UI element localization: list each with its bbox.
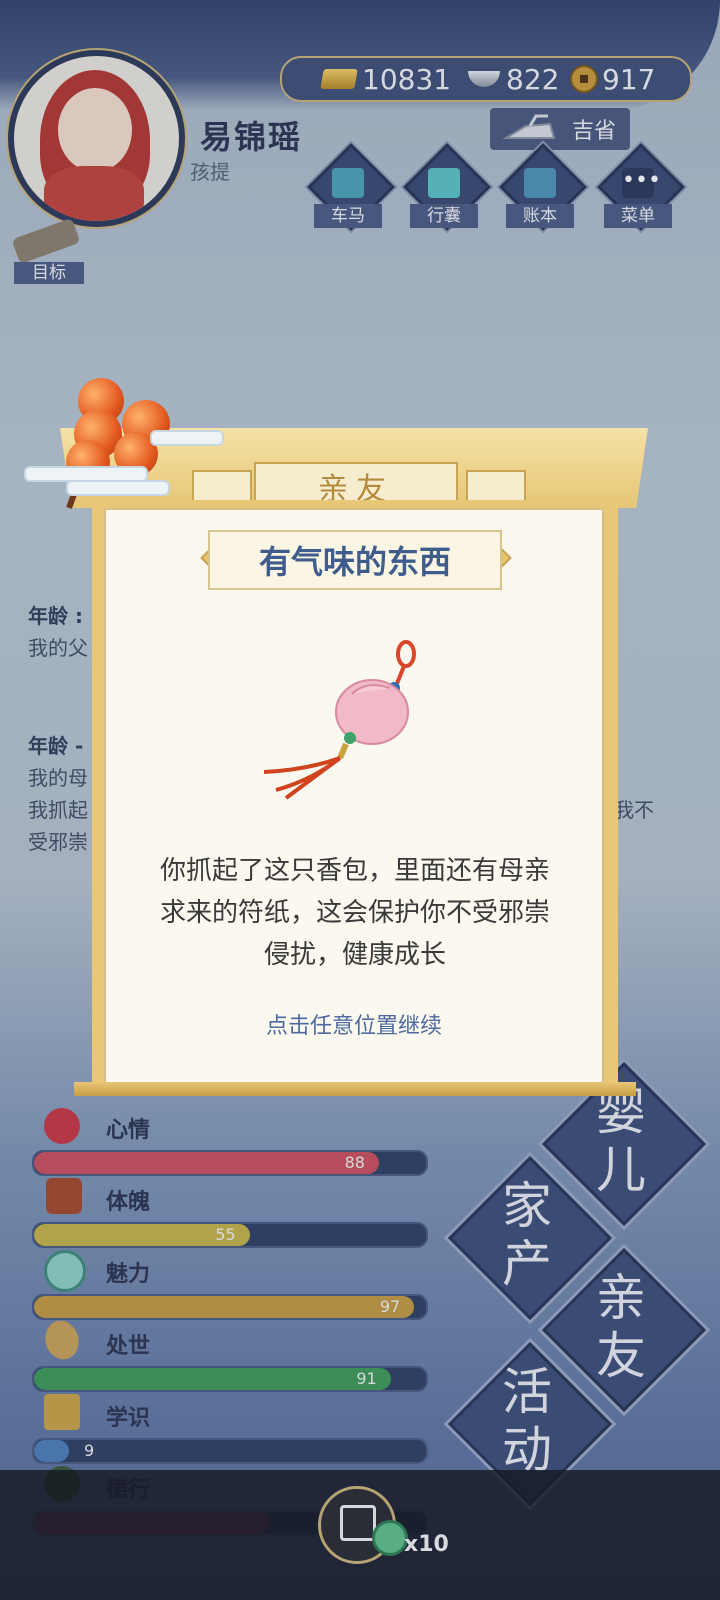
modal-title: 有气味的东西 [208, 530, 502, 590]
modal-bottom-rod [74, 1082, 636, 1096]
continue-prompt[interactable]: 点击任意位置继续 [104, 1008, 604, 1040]
sachet-icon [263, 640, 416, 800]
modal-description: 你抓起了这只香包，里面还有母亲 求来的符纸，这会保护你不受邪崇 侵扰，健康成长 [159, 856, 550, 970]
tanghulu-decoration-icon [20, 370, 224, 520]
header-ornament-right [466, 470, 526, 504]
